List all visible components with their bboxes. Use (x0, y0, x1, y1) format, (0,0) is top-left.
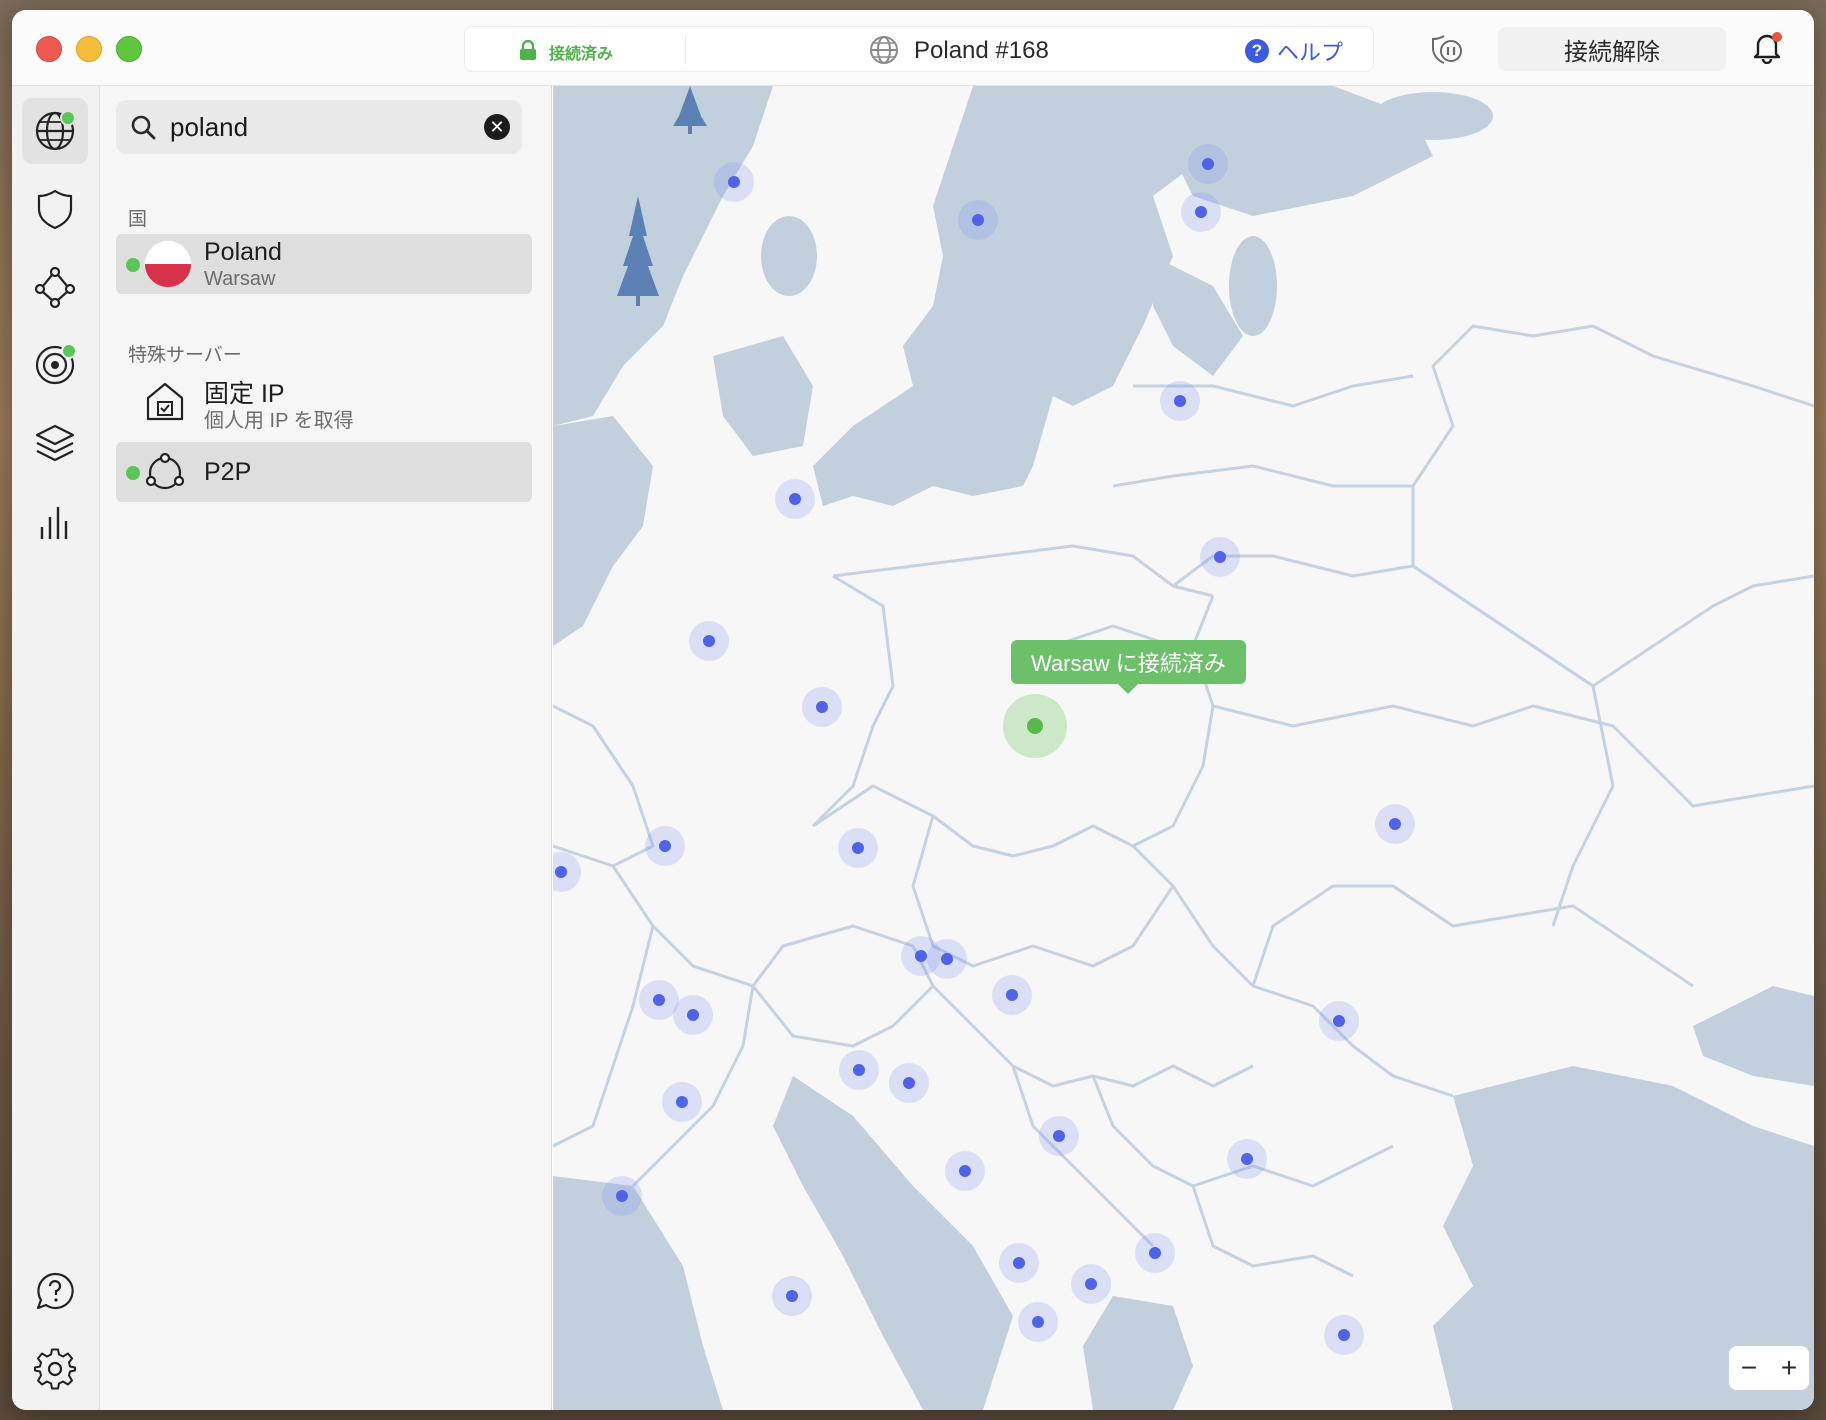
server-marker[interactable] (927, 939, 967, 979)
p2p-icon (145, 452, 185, 490)
navigation-rail (12, 86, 100, 1410)
server-marker[interactable] (1039, 1116, 1079, 1156)
house-icon (146, 382, 184, 421)
divider (685, 35, 686, 65)
notification-bell-icon[interactable] (1752, 32, 1782, 64)
shield-icon (37, 189, 73, 230)
help-icon: ? (1245, 39, 1269, 63)
server-marker[interactable] (1135, 1233, 1175, 1273)
map-view[interactable]: Warsaw に接続済み − + (553, 86, 1814, 1410)
server-marker[interactable] (992, 975, 1032, 1015)
server-marker[interactable] (1181, 192, 1221, 232)
maximize-window-button[interactable] (116, 36, 142, 62)
server-marker[interactable] (673, 995, 713, 1035)
server-marker[interactable] (1018, 1302, 1058, 1342)
server-marker[interactable] (772, 1276, 812, 1316)
search-icon (131, 115, 156, 140)
p2p-title: P2P (204, 458, 252, 486)
connected-indicator (126, 258, 140, 272)
rail-dark-web-monitor-button[interactable] (22, 332, 88, 398)
clear-search-icon[interactable]: ✕ (484, 114, 510, 140)
server-marker[interactable] (802, 687, 842, 727)
connected-indicator (126, 466, 140, 480)
layers-icon (35, 424, 75, 462)
server-marker[interactable] (1160, 381, 1200, 421)
europe-map (553, 86, 1814, 1410)
server-marker[interactable] (889, 1063, 929, 1103)
server-marker[interactable] (714, 162, 754, 202)
connection-status-text: 接続済み (549, 46, 614, 63)
tree-icon (617, 196, 659, 306)
connected-server-marker[interactable] (1003, 694, 1067, 758)
server-marker[interactable] (645, 826, 685, 866)
server-marker[interactable] (1319, 1001, 1359, 1041)
minimize-window-button[interactable] (76, 36, 102, 62)
zoom-controls: − + (1729, 1346, 1809, 1390)
rail-settings-button[interactable] (22, 1336, 88, 1402)
app-window: 接続済み Poland #168 ? ヘルプ 接続解除 poland ✕ 国 P… (12, 10, 1814, 1410)
server-marker[interactable] (689, 621, 729, 661)
rail-meshnet-button[interactable] (22, 254, 88, 320)
rail-statistics-button[interactable] (22, 488, 88, 554)
server-marker[interactable] (838, 828, 878, 868)
server-marker[interactable] (958, 200, 998, 240)
result-country-city: Warsaw (204, 268, 276, 290)
result-p2p[interactable]: P2P (116, 442, 532, 502)
search-box[interactable]: ✕ (116, 100, 522, 154)
server-marker[interactable] (775, 479, 815, 519)
server-marker[interactable] (1375, 804, 1415, 844)
section-label-countries: 国 (128, 209, 148, 230)
zoom-in-button[interactable]: + (1781, 1352, 1797, 1384)
tree-icon (673, 86, 707, 134)
rail-split-tunneling-button[interactable] (22, 410, 88, 476)
server-marker[interactable] (999, 1243, 1039, 1283)
lock-icon (520, 40, 536, 60)
help-chat-icon (36, 1272, 74, 1310)
server-marker[interactable] (662, 1082, 702, 1122)
server-name: Poland #168 (914, 37, 1049, 64)
server-marker[interactable] (602, 1176, 642, 1216)
server-marker[interactable] (1188, 144, 1228, 184)
server-marker[interactable] (1227, 1139, 1267, 1179)
titlebar: 接続済み Poland #168 ? ヘルプ 接続解除 (12, 10, 1814, 86)
globe-icon (870, 36, 898, 64)
rail-support-button[interactable] (22, 1258, 88, 1324)
meshnet-icon (34, 266, 76, 309)
help-label: ヘルプ (1277, 40, 1344, 65)
section-label-special-servers: 特殊サーバー (128, 345, 242, 366)
gear-icon (34, 1348, 76, 1390)
help-button[interactable]: ? ヘルプ (1245, 37, 1343, 65)
zoom-out-button[interactable]: − (1741, 1352, 1757, 1384)
bar-chart-icon (40, 507, 68, 539)
result-country-poland[interactable]: Poland Warsaw (116, 234, 532, 294)
rail-globe-button[interactable] (22, 98, 88, 164)
server-marker[interactable] (945, 1151, 985, 1191)
result-dedicated-ip[interactable]: 固定 IP 個人用 IP を取得 (116, 370, 532, 432)
target-icon (35, 343, 77, 385)
connected-tooltip: Warsaw に接続済み (1011, 640, 1246, 694)
server-marker[interactable] (1200, 537, 1240, 577)
connection-status-bar: 接続済み Poland #168 ? ヘルプ (464, 26, 1374, 72)
dedicated-ip-subtitle: 個人用 IP を取得 (204, 410, 354, 432)
close-window-button[interactable] (36, 36, 62, 62)
poland-flag-icon (144, 240, 192, 288)
server-marker[interactable] (1071, 1264, 1111, 1304)
search-panel: ✕ 国 Poland Warsaw 特殊サーバー 固定 IP 個人用 IP を取… (100, 86, 552, 1410)
search-input[interactable] (170, 108, 460, 146)
globe-icon (35, 110, 76, 151)
rail-threat-protection-button[interactable] (22, 176, 88, 242)
pause-shield-icon[interactable] (1430, 32, 1464, 66)
server-marker[interactable] (839, 1050, 879, 1090)
disconnect-button[interactable]: 接続解除 (1498, 27, 1726, 71)
result-country-name: Poland (204, 238, 282, 266)
server-marker[interactable] (1324, 1315, 1364, 1355)
